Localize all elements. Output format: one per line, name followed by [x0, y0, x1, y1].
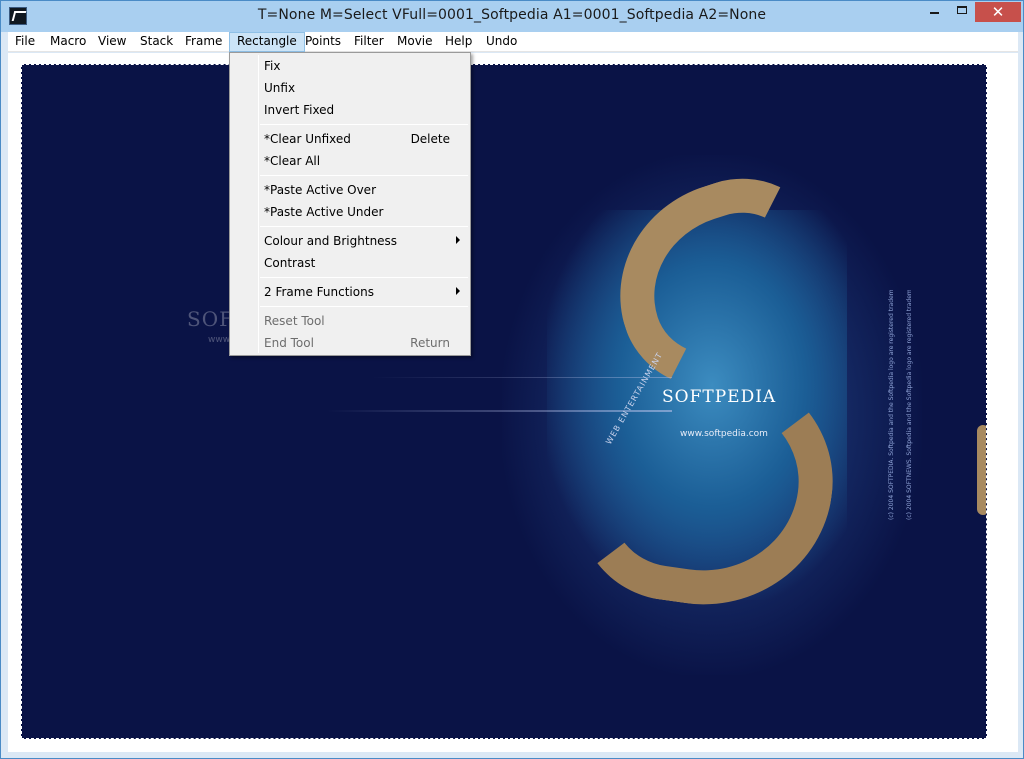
main-window: T=None M=Select VFull=0001_Softpedia A1=… [0, 0, 1024, 759]
menu-item-end-tool[interactable]: End Tool Return [232, 332, 468, 354]
copyright-text: (c) 2004 SOFTNEWS. Softpedia and the Sof… [906, 290, 913, 520]
menu-item-paste-active-under[interactable]: *Paste Active Under [232, 201, 468, 223]
decorative-line [372, 377, 672, 378]
menu-item-colour-and-brightness[interactable]: Colour and Brightness [232, 230, 468, 252]
softpedia-logo-text: SOFTPEDIA [662, 387, 777, 407]
menu-item-label: *Paste Active Under [264, 205, 384, 219]
menu-frame[interactable]: Frame [178, 32, 229, 52]
menu-item-label: *Clear All [264, 154, 321, 168]
app-icon[interactable] [9, 7, 27, 25]
menu-item-label: 2 Frame Functions [264, 285, 374, 299]
maximize-icon [956, 5, 967, 14]
menu-item-clear-unfixed[interactable]: *Clear Unfixed Delete [232, 128, 468, 150]
menu-item-paste-active-over[interactable]: *Paste Active Over [232, 179, 468, 201]
submenu-arrow-icon [456, 287, 460, 295]
menu-rectangle[interactable]: Rectangle [229, 32, 305, 52]
menu-item-label: Invert Fixed [264, 103, 335, 117]
menu-item-invert-fixed[interactable]: Invert Fixed [232, 99, 468, 121]
title-bar[interactable]: T=None M=Select VFull=0001_Softpedia A1=… [1, 1, 1023, 32]
menu-separator [260, 124, 468, 125]
menu-view[interactable]: View [91, 32, 133, 52]
menu-filter[interactable]: Filter [347, 32, 391, 52]
menu-item-shortcut: Return [410, 336, 450, 350]
menu-stack[interactable]: Stack [133, 32, 180, 52]
menu-item-label: Unfix [264, 81, 296, 95]
island-edge-right [977, 425, 986, 515]
minimize-icon [930, 11, 939, 14]
menu-item-2-frame-functions[interactable]: 2 Frame Functions [232, 281, 468, 303]
menu-item-shortcut: Delete [410, 132, 450, 146]
menu-help[interactable]: Help [438, 32, 479, 52]
rectangle-dropdown-menu: Fix Unfix Invert Fixed *Clear Unfixed De… [229, 52, 471, 356]
menu-item-label: Contrast [264, 256, 316, 270]
menu-item-label: Reset Tool [264, 314, 325, 328]
menu-item-label: *Paste Active Over [264, 183, 377, 197]
menu-item-label: Colour and Brightness [264, 234, 398, 248]
image-canvas-area[interactable]: SOFTPEDIA www.softpedia.com SOFTPEDIA ww… [8, 53, 1018, 752]
menu-file[interactable]: File [8, 32, 42, 52]
menu-item-clear-all[interactable]: *Clear All [232, 150, 468, 172]
menu-separator [260, 175, 468, 176]
menu-item-fix[interactable]: Fix [232, 55, 468, 77]
image-frame[interactable]: SOFTPEDIA www.softpedia.com SOFTPEDIA ww… [21, 64, 987, 739]
menu-item-label: Fix [264, 59, 281, 73]
window-title: T=None M=Select VFull=0001_Softpedia A1=… [257, 7, 767, 23]
menu-separator [260, 226, 468, 227]
menu-points[interactable]: Points [298, 32, 348, 52]
menu-item-unfix[interactable]: Unfix [232, 77, 468, 99]
softpedia-url: www.softpedia.com [680, 429, 768, 439]
menu-item-label: *Clear Unfixed [264, 132, 351, 146]
menu-bar: File Macro View Stack Frame Rectangle Po… [8, 32, 1018, 52]
menu-macro[interactable]: Macro [43, 32, 93, 52]
maximize-button[interactable] [948, 2, 975, 22]
menu-item-label: End Tool [264, 336, 314, 350]
menu-item-contrast[interactable]: Contrast [232, 252, 468, 274]
close-icon: ✕ [991, 3, 1005, 21]
menu-separator [260, 306, 468, 307]
menu-movie[interactable]: Movie [390, 32, 440, 52]
copyright-text: (c) 2004 SOFTPEDIA. Softpedia and the So… [888, 290, 895, 520]
minimize-button[interactable] [921, 2, 948, 22]
menu-undo[interactable]: Undo [479, 32, 524, 52]
menu-item-reset-tool[interactable]: Reset Tool [232, 310, 468, 332]
close-button[interactable]: ✕ [975, 2, 1021, 22]
menu-separator [260, 277, 468, 278]
submenu-arrow-icon [456, 236, 460, 244]
